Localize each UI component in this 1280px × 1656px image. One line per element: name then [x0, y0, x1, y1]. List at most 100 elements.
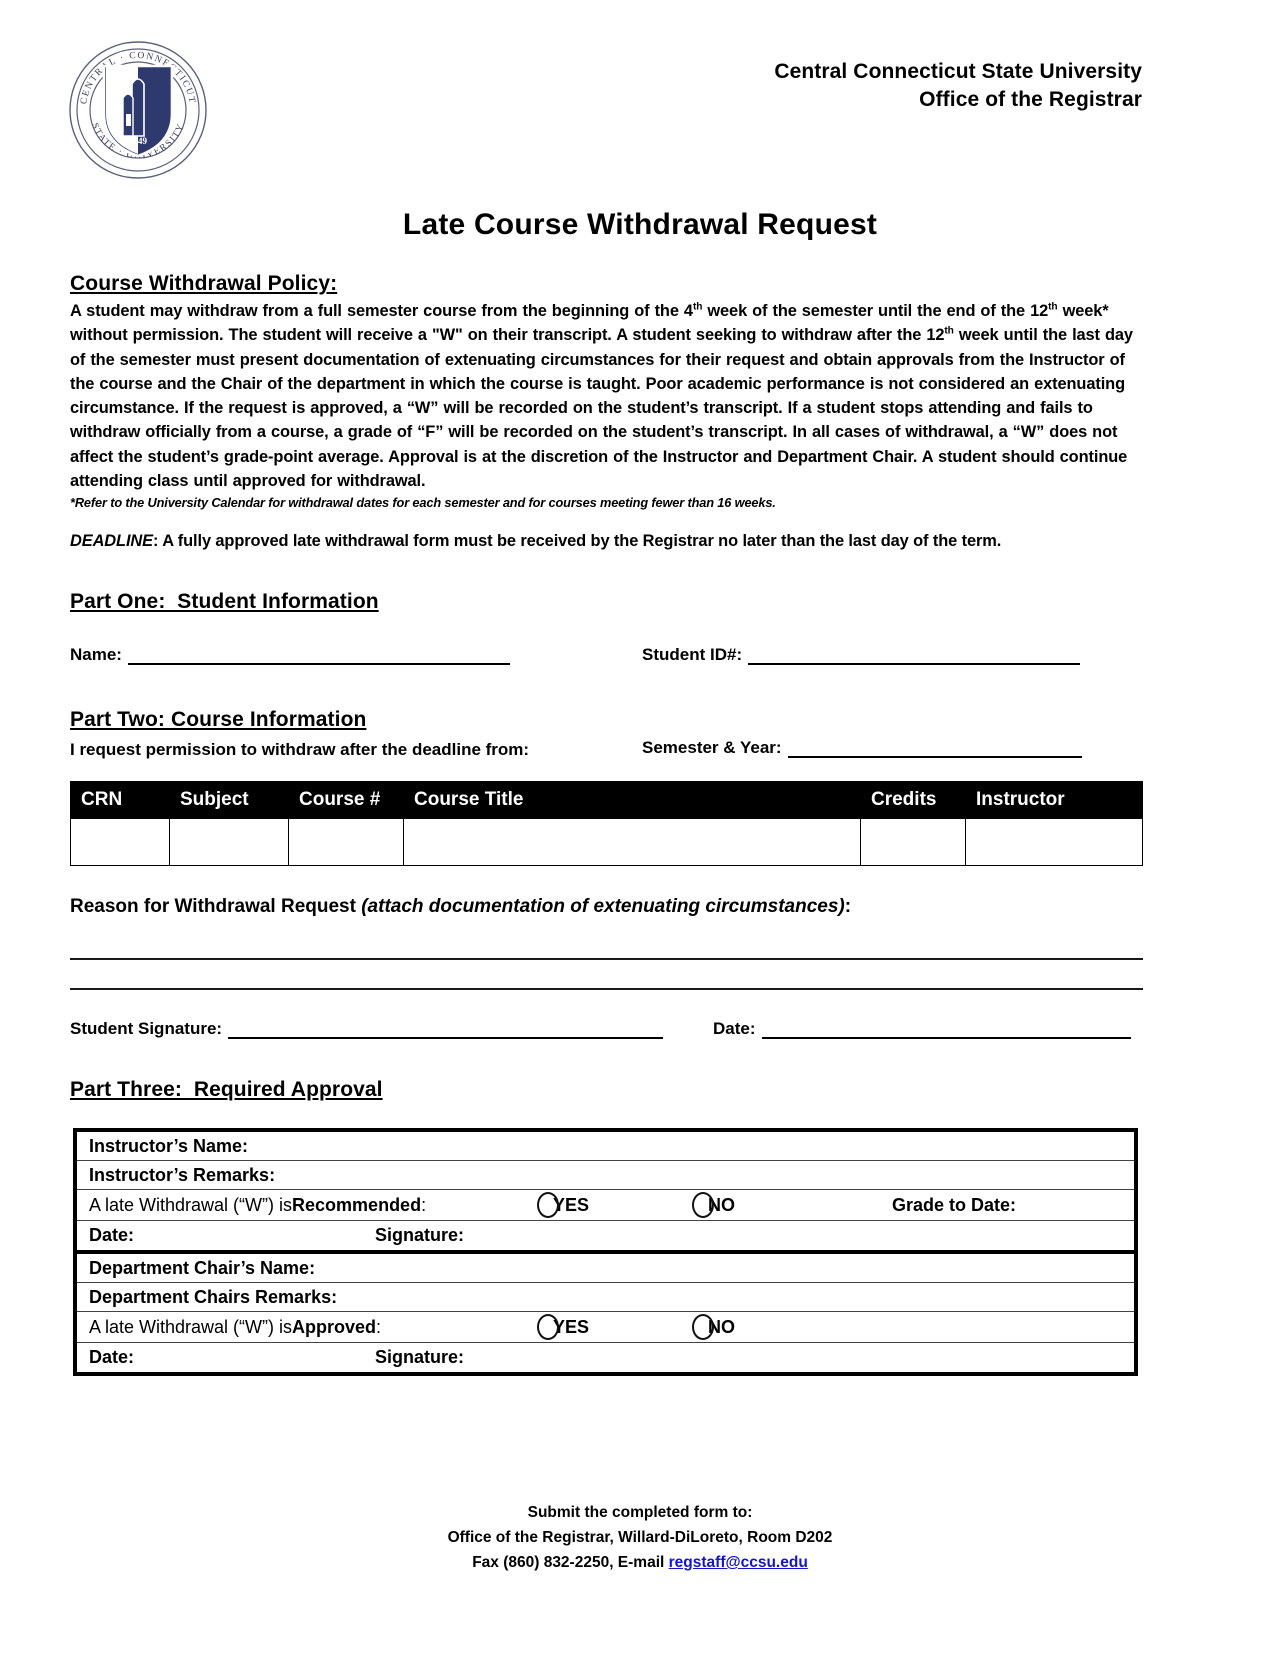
cell-subject[interactable] [169, 818, 289, 866]
deadline-keyword: DEADLINE [70, 532, 153, 551]
reason-input-line-2[interactable] [70, 988, 1143, 990]
column-header-instructor: Instructor [965, 781, 1143, 819]
course-table-header-row: CRN Subject Course # Course Title Credit… [70, 781, 1143, 819]
recommend-prefix: A late Withdrawal (“W”) is [89, 1194, 293, 1215]
cell-credits[interactable] [860, 818, 966, 866]
instructor-signature-group[interactable]: Signature: [375, 1225, 464, 1246]
radio-circle-icon[interactable] [537, 1314, 559, 1340]
recommend-colon: : [421, 1194, 427, 1215]
grade-to-date-label: Grade to Date: [892, 1194, 1017, 1215]
svg-text:1849: 1849 [129, 136, 148, 146]
table-row [70, 818, 1143, 866]
name-input[interactable] [127, 646, 510, 665]
student-id-label: Student ID#: [642, 645, 743, 664]
recommend-keyword: Recommended [292, 1194, 422, 1215]
page-title: Late Course Withdrawal Request [402, 208, 878, 241]
page-header: CENTRAL · CONNECTICUT STATE · UNIVERSITY… [0, 0, 1280, 200]
course-table: CRN Subject Course # Course Title Credit… [70, 781, 1143, 866]
chair-approval-row: A late Withdrawal (“W”) is Approved: YES… [77, 1312, 1134, 1343]
part-three-heading: Part Three: Required Approval [70, 1078, 383, 1101]
chair-signature-label: Signature: [375, 1347, 465, 1367]
instructor-remarks-label: Instructor’s Remarks: [89, 1164, 276, 1185]
footer-address-line: Office of the Registrar, Willard-DiLoret… [447, 1529, 833, 1546]
semester-year-label: Semester & Year: [642, 738, 782, 757]
reason-label: Reason for Withdrawal Request (attach do… [70, 896, 851, 918]
instructor-name-label: Instructor’s Name: [89, 1135, 249, 1156]
chair-yes-option[interactable]: YES [537, 1314, 589, 1340]
column-header-title: Course Title [403, 781, 861, 819]
registrar-email-link[interactable]: regstaff@ccsu.edu [669, 1554, 808, 1571]
chair-no-option[interactable]: NO [692, 1314, 735, 1340]
approve-prefix: A late Withdrawal (“W”) is [89, 1316, 293, 1337]
semester-year-input[interactable] [787, 739, 1082, 758]
instructor-no-option[interactable]: NO [692, 1192, 735, 1218]
reason-input-line-1[interactable] [70, 958, 1143, 960]
policy-footnote: *Refer to the University Calendar for wi… [70, 495, 776, 511]
footer-submit-line: Submit the completed form to: [527, 1504, 753, 1521]
deadline-text: : A fully approved late withdrawal form … [152, 532, 1002, 551]
chair-signature-group[interactable]: Signature: [375, 1347, 464, 1368]
university-name: Central Connecticut State University [774, 60, 1142, 83]
instructor-name-row[interactable]: Instructor’s Name: [77, 1132, 1134, 1161]
chair-name-row[interactable]: Department Chair’s Name: [77, 1254, 1134, 1283]
cell-crn[interactable] [70, 818, 170, 866]
ordinal-suffix-12th-b: th [944, 325, 954, 337]
instructor-recommendation-row: A late Withdrawal (“W”) is Recommended: … [77, 1190, 1134, 1221]
student-signature-label: Student Signature: [70, 1019, 223, 1038]
chair-approval-group: Department Chair’s Name: Department Chai… [77, 1254, 1134, 1372]
ordinal-suffix-12th-a: th [1048, 301, 1058, 313]
column-header-credits: Credits [860, 781, 966, 819]
policy-text-1: A student may withdraw from a full semes… [70, 302, 693, 320]
semester-year-field-group: Semester & Year: [642, 738, 1082, 758]
reason-label-note: (attach documentation of extenuating cir… [361, 896, 845, 917]
grade-to-date-group[interactable]: Grade to Date: [892, 1195, 1016, 1216]
instructor-date-label: Date: [89, 1225, 135, 1245]
reason-label-main: Reason for Withdrawal Request [70, 896, 362, 917]
column-header-subject: Subject [169, 781, 289, 819]
student-date-input[interactable] [761, 1020, 1131, 1039]
radio-circle-icon[interactable] [692, 1314, 714, 1340]
student-id-field-group: Student ID#: [642, 645, 1081, 665]
institution-header: Central Connecticut State University Off… [774, 58, 1142, 114]
part-two-intro: I request permission to withdraw after t… [70, 740, 530, 759]
student-date-group: Date: [713, 1019, 1131, 1039]
policy-section: Course Withdrawal Policy: A student may … [70, 272, 1145, 551]
cell-title[interactable] [403, 818, 861, 866]
approve-colon: : [376, 1316, 382, 1337]
footer-contact-line: Fax (860) 832-2250, E-mail regstaff@ccsu… [0, 1550, 1280, 1575]
radio-circle-icon[interactable] [537, 1192, 559, 1218]
student-id-input[interactable] [748, 646, 1081, 665]
name-field-group: Name: [70, 645, 510, 665]
ordinal-suffix-4th: th [692, 301, 703, 313]
student-date-label: Date: [713, 1019, 756, 1038]
instructor-yes-option[interactable]: YES [537, 1192, 589, 1218]
cell-course-num[interactable] [288, 818, 404, 866]
policy-text-4: week until the last day of the semester … [70, 326, 1133, 491]
chair-date-signature-row: Date: Signature: [77, 1343, 1134, 1372]
office-name: Office of the Registrar [919, 88, 1142, 111]
policy-body: A student may withdraw from a full semes… [70, 299, 1145, 493]
ccsu-seal-logo: CENTRAL · CONNECTICUT STATE · UNIVERSITY… [68, 40, 208, 180]
part-two-heading: Part Two: Course Information [70, 708, 367, 731]
late-course-withdrawal-form: CENTRAL · CONNECTICUT STATE · UNIVERSITY… [0, 0, 1280, 1656]
radio-circle-icon[interactable] [692, 1192, 714, 1218]
instructor-approval-group: Instructor’s Name: Instructor’s Remarks:… [77, 1132, 1134, 1254]
instructor-date-signature-row: Date: Signature: [77, 1221, 1134, 1250]
chair-name-label: Department Chair’s Name: [89, 1257, 316, 1278]
chair-remarks-row[interactable]: Department Chairs Remarks: [77, 1283, 1134, 1312]
chair-remarks-label: Department Chairs Remarks: [89, 1286, 338, 1307]
column-header-crn: CRN [70, 781, 170, 819]
deadline-notice: DEADLINE: A fully approved late withdraw… [70, 532, 1145, 551]
instructor-signature-label: Signature: [375, 1225, 465, 1245]
cell-instructor[interactable] [965, 818, 1143, 866]
footer-fax-text: Fax (860) 832-2250, E-mail [472, 1554, 669, 1571]
instructor-remarks-row[interactable]: Instructor’s Remarks: [77, 1161, 1134, 1190]
part-one-heading: Part One: Student Information [70, 590, 379, 613]
student-signature-group: Student Signature: [70, 1019, 664, 1039]
chair-date-label: Date: [89, 1347, 135, 1367]
reason-label-colon: : [844, 896, 852, 917]
name-label: Name: [70, 645, 122, 664]
page-footer: Submit the completed form to: Office of … [0, 1500, 1280, 1575]
policy-heading: Course Withdrawal Policy: [70, 272, 338, 295]
student-signature-input[interactable] [228, 1020, 664, 1039]
